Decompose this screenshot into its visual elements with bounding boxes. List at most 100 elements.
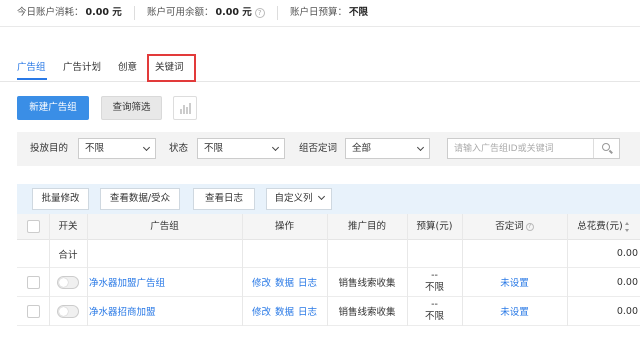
daily-budget-label: 账户日预算： (290, 7, 348, 18)
header-negative-label: 否定词 (495, 221, 524, 232)
balance-label: 账户可用余额： (147, 7, 214, 18)
total-row: 合计 0.00 (17, 240, 640, 268)
budget-value: 不限 (424, 311, 444, 322)
row-select-cell (17, 268, 49, 296)
header-ops: 操作 (274, 221, 294, 232)
tab-ad-plan[interactable]: 广告计划 (63, 61, 101, 75)
spend-cell: 0.00 (616, 276, 638, 288)
row-checkbox[interactable] (26, 304, 40, 318)
negative-filter-value: 全部 (352, 143, 372, 154)
column-divider (242, 214, 243, 326)
select-all-checkbox[interactable] (26, 220, 40, 233)
divider (277, 6, 278, 20)
filter-bar: 投放目的 不限 状态 不限 组否定词 全部 (17, 132, 640, 166)
log-link[interactable]: 日志 (298, 304, 317, 318)
tab-bar: 广告组 广告计划 创意 关键词 (0, 52, 640, 82)
view-data-button[interactable]: 查看数据/受众 (100, 188, 180, 210)
balance: 账户可用余额： 0.00 元? (147, 7, 265, 19)
switch-cell (49, 268, 87, 296)
bar-chart-button[interactable] (173, 96, 197, 120)
edit-link[interactable]: 修改 (252, 275, 271, 289)
header-switch: 开关 (58, 221, 78, 232)
daily-budget: 账户日预算： 不限 (290, 7, 368, 19)
tab-ad-group[interactable]: 广告组 (17, 61, 46, 75)
tab-creative[interactable]: 创意 (118, 61, 137, 75)
column-divider (327, 214, 328, 326)
spend-cell: 0.00 (616, 305, 638, 317)
status-toggle[interactable] (57, 275, 79, 289)
help-icon[interactable]: ? (254, 7, 265, 18)
status-filter-label: 状态 (169, 143, 189, 154)
table-row: 净水器加盟广告组 修改 数据 日志 销售线索收集 -- 不限 未设置 0.00 (17, 268, 640, 297)
total-spend: 0.00 (616, 248, 638, 259)
custom-columns-label: 自定义列 (274, 193, 313, 204)
bar-chart-icon (180, 102, 192, 114)
column-divider (407, 214, 408, 326)
table-header: 开关 广告组 操作 推广目的 预算(元) 否定词? 总花费(元) (17, 214, 640, 240)
search-icon[interactable] (593, 139, 619, 158)
row-checkbox[interactable] (26, 275, 40, 289)
status-filter-select[interactable]: 不限 (197, 138, 285, 159)
budget-dash: -- (431, 270, 438, 281)
search-box (447, 138, 620, 159)
today-cost-label: 今日账户消耗： (17, 7, 84, 18)
column-divider (567, 214, 568, 326)
header-ad-group: 广告组 (150, 221, 179, 232)
divider (134, 6, 135, 20)
negative-filter-label: 组否定词 (299, 143, 338, 154)
negative-not-set-link[interactable]: 未设置 (500, 304, 529, 318)
header-spend-label: 总花费(元) (577, 221, 623, 232)
chevron-down-icon (142, 143, 151, 152)
budget-cell: -- 不限 (407, 268, 462, 296)
select-all-cell (17, 214, 49, 240)
total-label: 合计 (58, 249, 78, 261)
negative-filter-select[interactable]: 全部 (345, 138, 430, 159)
log-link[interactable]: 日志 (298, 275, 317, 289)
column-divider (462, 214, 463, 326)
switch-cell (49, 297, 87, 325)
edit-link[interactable]: 修改 (252, 304, 271, 318)
new-ad-group-button[interactable]: 新建广告组 (17, 96, 89, 120)
budget-value: 不限 (424, 282, 444, 293)
active-tab-indicator (17, 78, 47, 80)
keyword-tab-highlight (147, 54, 196, 82)
ops-cell: 修改 数据 日志 (242, 268, 327, 296)
table-row: 净水器招商加盟 修改 数据 日志 销售线索收集 -- 不限 未设置 0.00 (17, 297, 640, 326)
ops-cell: 修改 数据 日志 (242, 297, 327, 325)
negative-cell: 未设置 (462, 268, 567, 296)
today-cost-value: 0.00 元 (85, 7, 122, 18)
goal-filter-select[interactable]: 不限 (78, 138, 156, 159)
chevron-down-icon (271, 143, 280, 152)
sort-icon[interactable] (624, 221, 630, 232)
column-divider (87, 214, 88, 326)
data-link[interactable]: 数据 (275, 304, 294, 318)
ad-group-link[interactable]: 净水器加盟广告组 (89, 275, 165, 289)
status-filter-value: 不限 (204, 143, 224, 154)
header-spend[interactable]: 总花费(元) (567, 214, 640, 240)
group-name-cell: 净水器招商加盟 (87, 297, 242, 325)
group-name-cell: 净水器加盟广告组 (87, 268, 242, 296)
query-filter-button[interactable]: 查询筛选 (101, 96, 162, 120)
row-select-cell (17, 297, 49, 325)
header-budget: 预算(元) (416, 221, 453, 232)
negative-not-set-link[interactable]: 未设置 (500, 275, 529, 289)
batch-edit-button[interactable]: 批量修改 (32, 188, 89, 210)
table-toolbar: 批量修改 查看数据/受众 查看日志 自定义列 (17, 184, 640, 214)
chevron-down-icon (416, 143, 425, 152)
budget-dash: -- (431, 299, 438, 310)
status-toggle[interactable] (57, 304, 79, 318)
budget-cell: -- 不限 (407, 297, 462, 325)
header-goal: 推广目的 (347, 221, 386, 232)
balance-value: 0.00 元 (215, 7, 252, 18)
ad-group-link[interactable]: 净水器招商加盟 (89, 304, 156, 318)
chevron-down-icon (317, 192, 325, 201)
view-log-button[interactable]: 查看日志 (193, 188, 255, 210)
custom-columns-dropdown[interactable]: 自定义列 (266, 188, 332, 210)
account-stats-bar: 今日账户消耗： 0.00 元 账户可用余额： 0.00 元? 账户日预算： 不限 (0, 0, 640, 27)
search-input[interactable] (448, 139, 588, 158)
help-icon[interactable]: ? (525, 222, 534, 231)
goal-cell: 销售线索收集 (338, 278, 396, 289)
data-link[interactable]: 数据 (275, 275, 294, 289)
header-negative: 否定词? (462, 214, 567, 240)
negative-cell: 未设置 (462, 297, 567, 325)
